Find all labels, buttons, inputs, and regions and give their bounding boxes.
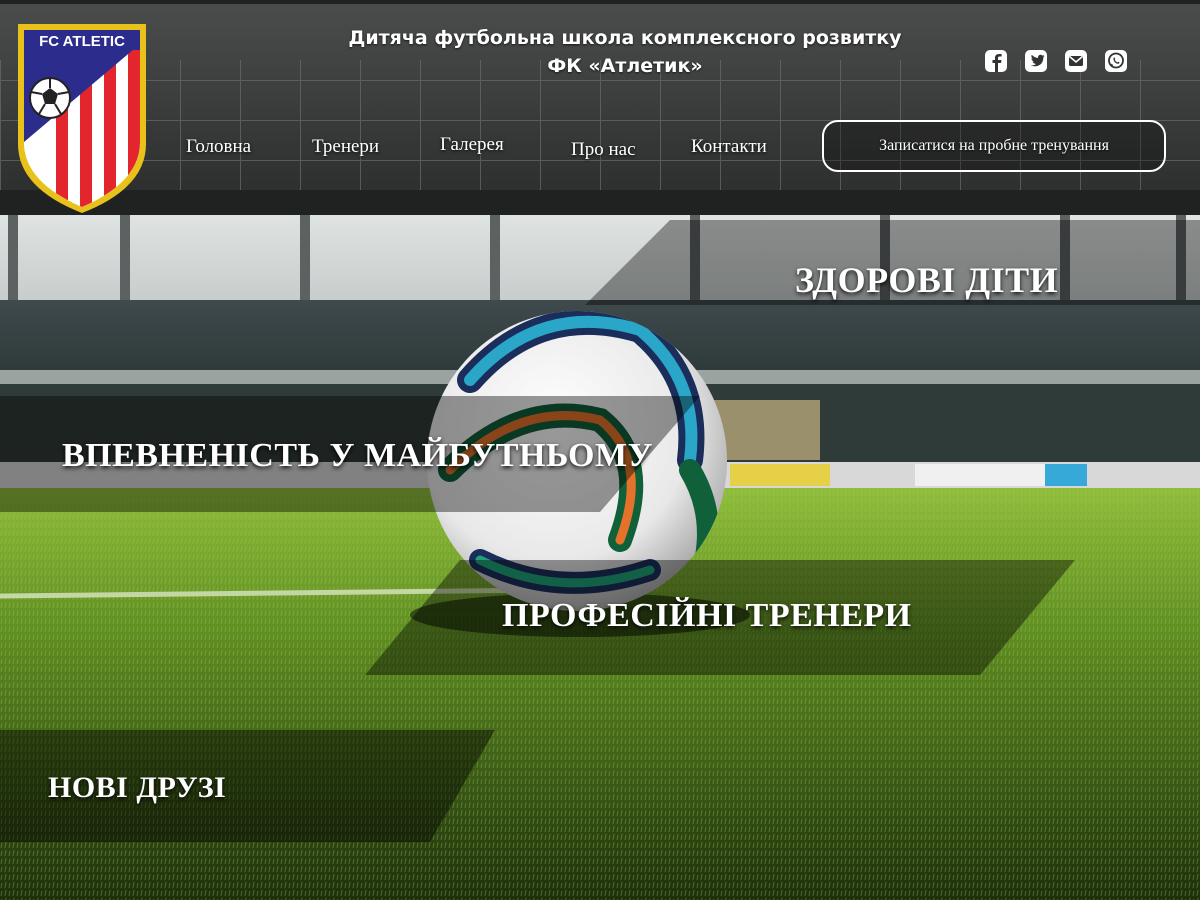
site-title: Дитяча футбольна школа комплексного розв… xyxy=(300,24,950,80)
twitter-icon[interactable] xyxy=(1024,48,1048,74)
slogan-pro-coaches: ПРОФЕСІЙНІ ТРЕНЕРИ xyxy=(502,597,912,634)
whatsapp-icon[interactable] xyxy=(1104,48,1128,74)
club-logo[interactable]: FC ATLETIC xyxy=(16,22,148,214)
slogan-new-friends: НОВІ ДРУЗІ xyxy=(48,771,227,804)
slogan-confidence: ВПЕВНЕНІСТЬ У МАЙБУТНЬОМУ xyxy=(62,437,654,474)
slogan-healthy-kids: ЗДОРОВІ ДІТИ xyxy=(795,260,1059,300)
logo-text: FC ATLETIC xyxy=(39,33,125,50)
mail-icon[interactable] xyxy=(1064,48,1088,74)
nav-item-contacts[interactable]: Контакти xyxy=(691,136,767,158)
facebook-icon[interactable] xyxy=(984,48,1008,74)
nav-item-coaches[interactable]: Тренери xyxy=(312,136,379,158)
top-border xyxy=(0,0,1200,4)
site-title-line-2: ФК «Атлетик» xyxy=(547,55,703,77)
nav-item-about[interactable]: Про нас xyxy=(571,139,636,161)
nav-item-gallery[interactable]: Галерея xyxy=(440,134,504,156)
site-title-line-1: Дитяча футбольна школа комплексного розв… xyxy=(348,27,902,49)
trial-training-button[interactable]: Записатися на пробне тренування xyxy=(822,120,1166,172)
nav-item-home[interactable]: Головна xyxy=(186,136,251,158)
hero-page: FC ATLETIC Дитяча футбольна школа компле… xyxy=(0,0,1200,900)
